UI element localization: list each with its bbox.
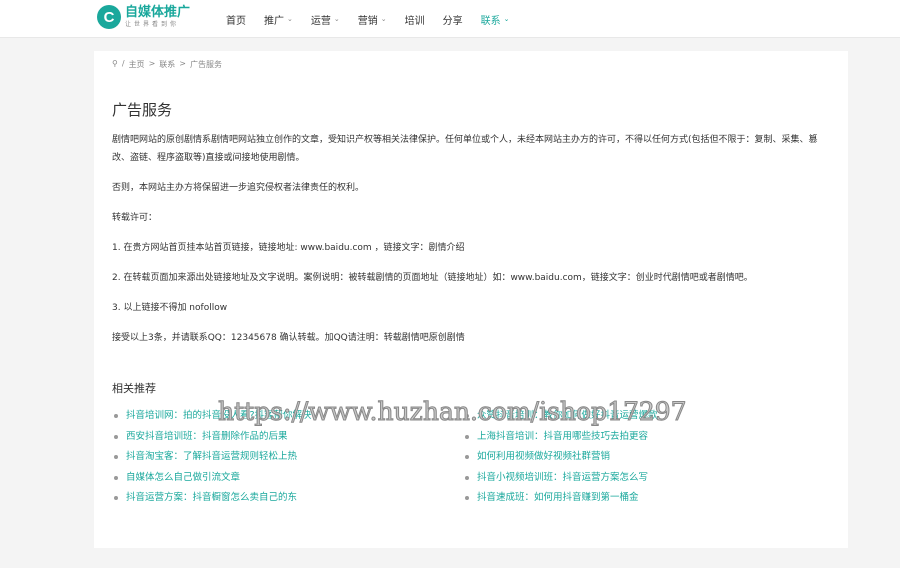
- nav-label: 联系: [480, 15, 501, 27]
- breadcrumb-arrow: >: [179, 59, 186, 68]
- nav-item-4[interactable]: 培训: [405, 12, 425, 27]
- related-link-text: 抖音培训网：拍的抖音没人看?抖客帮你解决: [126, 410, 312, 421]
- nav-label: 营销: [357, 15, 378, 27]
- related-link-text: 抖音运营方案：抖音橱窗怎么卖自己的东: [126, 492, 298, 503]
- bullet-icon: [114, 475, 118, 480]
- related-link[interactable]: 众赞抖音培训：教你如何做好抖音运营爆款: [463, 407, 814, 426]
- breadcrumb: ⚲ / 主页 > 联系 > 广告服务: [112, 59, 222, 70]
- bullet-icon: [114, 455, 118, 460]
- nav-item-5[interactable]: 分享: [443, 12, 463, 27]
- related-link-text: 抖音速成班：如何用抖音赚到第一桶金: [477, 492, 639, 503]
- content-card: ⚲ / 主页 > 联系 > 广告服务 广告服务 剧情吧网站的原创剧情系剧情吧网站…: [94, 51, 848, 548]
- chevron-down-icon: ⌄: [503, 15, 510, 23]
- paragraph: 1. 在贵方网站首页挂本站首页链接，链接地址: www.baidu.com ，链…: [112, 243, 465, 253]
- location-pin-icon: ⚲: [112, 59, 118, 68]
- related-link-text: 抖音淘宝客：了解抖音运营规则轻松上热: [126, 451, 298, 462]
- related-link-text: 西安抖音培训班：抖音删除作品的后果: [126, 430, 288, 442]
- breadcrumb-home[interactable]: 主页: [129, 59, 145, 70]
- nav-item-6[interactable]: 联系 ⌄: [481, 12, 510, 27]
- nav-item-2[interactable]: 运营 ⌄: [311, 12, 340, 27]
- bullet-icon: [465, 414, 469, 419]
- bullet-icon: [465, 455, 469, 460]
- paragraph: 2. 在转载页面加来源出处链接地址及文字说明。案例说明：被转载剧情的页面地址（链…: [112, 273, 753, 283]
- bullet-icon: [114, 434, 118, 439]
- paragraph: 否则，本网站主办方将保留进一步追究侵权者法律责任的权利。: [112, 183, 365, 193]
- related-list: 抖音培训网：拍的抖音没人看?抖客帮你解决 众赞抖音培训：教你如何做好抖音运营爆款西…: [112, 407, 832, 508]
- article-body: 剧情吧网站的原创剧情系剧情吧网站独立创作的文章，受知识产权等相关法律保护。任何单…: [112, 131, 832, 359]
- related-link[interactable]: 西安抖音培训班：抖音删除作品的后果: [112, 428, 463, 447]
- related-link[interactable]: 自媒体怎么自己做引流文章: [112, 469, 463, 488]
- paragraph: 转载许可：: [112, 213, 158, 223]
- related-link-text: 众赞抖音培训：教你如何做好抖音运营爆款: [477, 410, 658, 421]
- chevron-down-icon: ⌄: [380, 15, 387, 23]
- related-link[interactable]: 抖音运营方案：抖音橱窗怎么卖自己的东: [112, 489, 463, 508]
- nav-label: 培训: [404, 15, 425, 27]
- top-header: C 自媒体推广 让世界看到你 首页 推广 ⌄ 运营 ⌄ 营销 ⌄ 培训 分享 联系 ⌄: [0, 0, 900, 38]
- bullet-icon: [114, 496, 118, 501]
- related-link[interactable]: 上海抖音培训：抖音用哪些技巧去拍更容: [463, 428, 814, 447]
- related-link[interactable]: 抖音小视频培训班：抖音运营方案怎么写: [463, 469, 814, 488]
- logo-icon: C: [97, 5, 121, 29]
- breadcrumb-separator: /: [121, 59, 125, 68]
- page-title: 广告服务: [112, 101, 173, 119]
- breadcrumb-section[interactable]: 联系: [159, 59, 175, 70]
- main-nav: 首页 推广 ⌄ 运营 ⌄ 营销 ⌄ 培训 分享 联系 ⌄: [226, 0, 528, 38]
- chevron-down-icon: ⌄: [333, 15, 340, 23]
- breadcrumb-arrow: >: [148, 59, 156, 68]
- logo-title: 自媒体推广: [125, 5, 191, 20]
- nav-label: 运营: [310, 15, 331, 27]
- related-link[interactable]: 抖音速成班：如何用抖音赚到第一桶金: [463, 489, 814, 508]
- related-link[interactable]: 抖音培训网：拍的抖音没人看?抖客帮你解决: [112, 407, 463, 426]
- nav-item-1[interactable]: 推广 ⌄: [264, 12, 293, 27]
- paragraph: 3. 以上链接不得加 nofollow: [112, 303, 228, 313]
- nav-label: 推广: [264, 15, 284, 27]
- related-link[interactable]: 如何利用视频做好视频社群营销: [463, 448, 814, 467]
- bullet-icon: [465, 496, 469, 501]
- related-link-text: 上海抖音培训：抖音用哪些技巧去拍更容: [477, 430, 649, 442]
- bullet-icon: [114, 414, 118, 419]
- bullet-icon: [465, 434, 469, 439]
- breadcrumb-current: 广告服务: [189, 60, 222, 69]
- related-link-text: 如何利用视频做好视频社群营销: [477, 451, 611, 462]
- related-link-text: 抖音小视频培训班：抖音运营方案怎么写: [477, 471, 649, 483]
- related-link-text: 自媒体怎么自己做引流文章: [126, 471, 241, 483]
- logo-subtitle: 让世界看到你: [125, 21, 180, 28]
- nav-label: 首页: [226, 15, 246, 27]
- bullet-icon: [465, 475, 469, 480]
- site-logo[interactable]: C 自媒体推广 让世界看到你: [97, 5, 190, 29]
- related-title: 相关推荐: [112, 382, 156, 395]
- nav-item-3[interactable]: 营销 ⌄: [358, 12, 387, 27]
- nav-label: 分享: [442, 15, 463, 27]
- paragraph: 接受以上3条，并请联系QQ：12345678 确认转载。加QQ请注明：转载剧情吧…: [112, 333, 465, 343]
- related-link[interactable]: 抖音淘宝客：了解抖音运营规则轻松上热: [112, 448, 463, 467]
- chevron-down-icon: ⌄: [287, 15, 293, 23]
- paragraph: 剧情吧网站的原创剧情系剧情吧网站独立创作的文章，受知识产权等相关法律保护。任何单…: [112, 135, 818, 163]
- nav-item-0[interactable]: 首页: [226, 12, 246, 27]
